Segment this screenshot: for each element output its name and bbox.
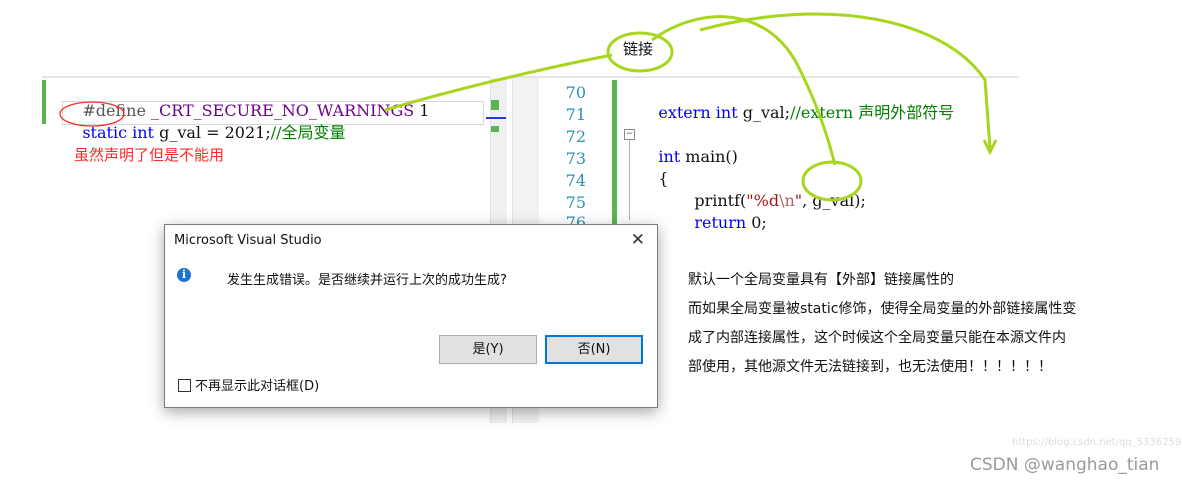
- green-arc-right: [699, 12, 992, 149]
- dialog-titlebar[interactable]: Microsoft Visual Studio ✕: [165, 225, 657, 257]
- dont-show-again-label: 不再显示此对话框(D): [195, 379, 320, 394]
- watermark-url: https://blog.csdn.net/qq_5336259: [1012, 437, 1182, 448]
- error-dialog: Microsoft Visual Studio ✕ i 发生生成错误。是否继续并…: [164, 224, 658, 408]
- red-circle-static: [59, 101, 125, 127]
- no-button[interactable]: 否(N): [545, 335, 643, 364]
- info-icon: i: [177, 268, 191, 282]
- csdn-credit: CSDN @wanghao_tian: [970, 455, 1160, 475]
- explanation-line-4: 部使用，其他源文件无法链接到，也无法使用！！！！！！: [688, 359, 1052, 375]
- explanation-text: 默认一个全局变量具有【外部】链接属性的 而如果全局变量被static修饰，使得全…: [688, 266, 1158, 382]
- dialog-title: Microsoft Visual Studio: [174, 233, 322, 248]
- dont-show-again-checkbox[interactable]: 不再显示此对话框(D): [178, 375, 319, 394]
- yes-button[interactable]: 是(Y): [439, 335, 537, 364]
- explanation-line-3: 成了内部连接属性，这个时候这个全局变量只能在本源文件内: [688, 330, 1066, 346]
- checkbox-box[interactable]: [178, 379, 191, 392]
- close-icon[interactable]: ✕: [631, 231, 645, 249]
- green-arc-to-gval: [651, 15, 837, 166]
- link-label: 链接: [623, 40, 654, 58]
- dialog-message: 发生生成错误。是否继续并运行上次的成功生成?: [227, 273, 507, 288]
- explanation-line-2: 而如果全局变量被static修饰，使得全局变量的外部链接属性变: [688, 301, 1077, 317]
- green-circle-gval: [801, 160, 863, 202]
- explanation-line-1: 默认一个全局变量具有【外部】链接属性的: [688, 272, 954, 288]
- green-link-line: [384, 53, 613, 112]
